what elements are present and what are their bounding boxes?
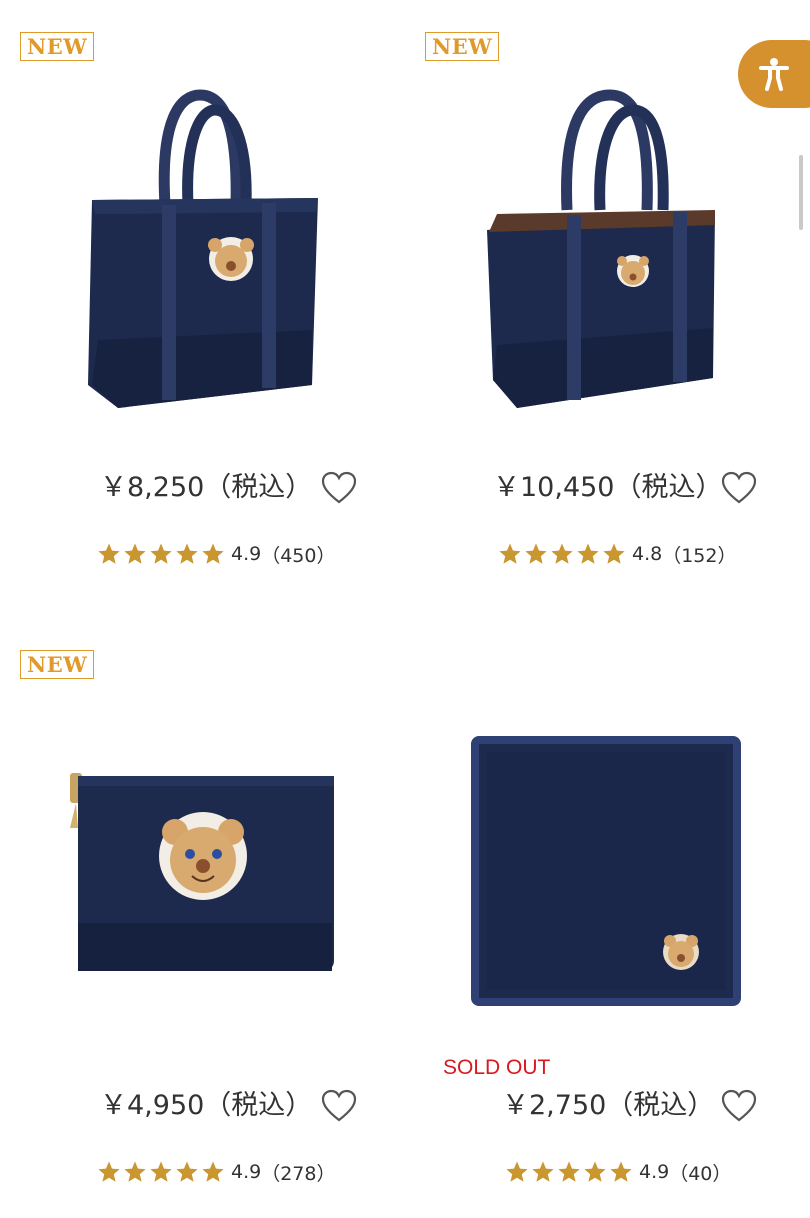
- star-icon: [603, 543, 625, 564]
- rating: 4.9 （450）: [97, 540, 335, 568]
- star-icon: [124, 1161, 146, 1182]
- star-icon: [98, 1161, 120, 1182]
- rating-stars: [498, 542, 626, 566]
- rating-stars: [505, 1160, 633, 1184]
- review-count: （152）: [662, 544, 737, 567]
- star-icon: [150, 1161, 172, 1182]
- star-icon: [610, 1161, 632, 1182]
- star-icon: [499, 543, 521, 564]
- product-card-tote-small[interactable]: NEW ￥8,250（税込） 4.9 （450）: [0, 0, 405, 600]
- review-count: （278）: [261, 1162, 336, 1185]
- star-icon: [202, 543, 224, 564]
- accessibility-person-icon: [759, 58, 789, 91]
- heart-outline-icon[interactable]: [721, 1089, 757, 1123]
- product-image-pouch[interactable]: [0, 618, 405, 1068]
- rating-value: 4.9: [639, 1161, 670, 1183]
- price: ￥8,250（税込）: [100, 472, 313, 503]
- new-badge: NEW: [20, 32, 95, 61]
- heart-outline-icon[interactable]: [721, 471, 757, 505]
- star-icon: [506, 1161, 528, 1182]
- rating-stars: [97, 542, 225, 566]
- product-image-handkerchief[interactable]: [405, 618, 810, 1068]
- sold-out-label: SOLD OUT: [443, 1056, 551, 1079]
- price: ￥2,750（税込）: [502, 1090, 715, 1121]
- star-icon: [98, 543, 120, 564]
- rating: 4.8 （152）: [498, 540, 736, 568]
- star-icon: [150, 543, 172, 564]
- star-icon: [532, 1161, 554, 1182]
- price: ￥4,950（税込）: [100, 1090, 313, 1121]
- star-icon: [525, 543, 547, 564]
- new-badge: NEW: [425, 32, 500, 61]
- review-count: （40）: [669, 1162, 732, 1185]
- star-icon: [124, 543, 146, 564]
- scrollbar[interactable]: [799, 155, 803, 230]
- product-card-pouch[interactable]: NEW ￥4,950（税込） 4.9 （278）: [0, 618, 405, 1218]
- rating-value: 4.9: [231, 543, 262, 565]
- rating: 4.9 （278）: [97, 1158, 335, 1186]
- accessibility-button[interactable]: [738, 40, 810, 108]
- product-card-handkerchief[interactable]: ￥2,750（税込） 4.9 （40）: [405, 618, 810, 1218]
- star-icon: [551, 543, 573, 564]
- star-icon: [176, 543, 198, 564]
- star-icon: [584, 1161, 606, 1182]
- review-count: （450）: [261, 544, 336, 567]
- rating-value: 4.9: [231, 1161, 262, 1183]
- product-image-tote-small[interactable]: [0, 0, 405, 450]
- star-icon: [202, 1161, 224, 1182]
- rating: 4.9 （40）: [505, 1158, 731, 1186]
- star-icon: [176, 1161, 198, 1182]
- price: ￥10,450（税込）: [493, 472, 723, 503]
- star-icon: [577, 543, 599, 564]
- rating-value: 4.8: [632, 543, 663, 565]
- heart-outline-icon[interactable]: [321, 471, 357, 505]
- heart-outline-icon[interactable]: [321, 1089, 357, 1123]
- new-badge: NEW: [20, 650, 95, 679]
- rating-stars: [97, 1160, 225, 1184]
- star-icon: [558, 1161, 580, 1182]
